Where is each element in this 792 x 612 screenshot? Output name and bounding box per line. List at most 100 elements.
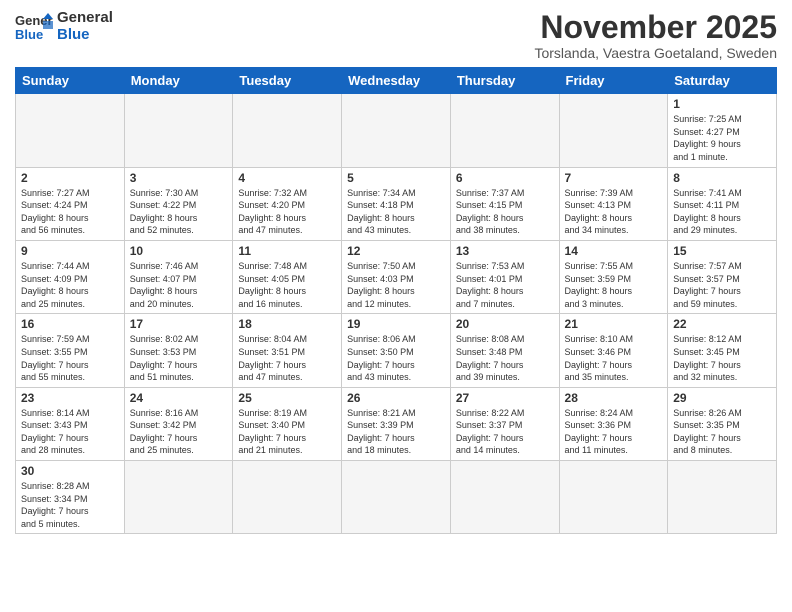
calendar-cell <box>124 461 233 534</box>
day-info: Sunrise: 8:10 AM Sunset: 3:46 PM Dayligh… <box>565 333 663 383</box>
day-number: 3 <box>130 171 228 185</box>
day-number: 10 <box>130 244 228 258</box>
calendar-cell: 6Sunrise: 7:37 AM Sunset: 4:15 PM Daylig… <box>450 167 559 240</box>
calendar-cell: 16 Sunrise: 7:59 AM Sunset: 3:55 PM Dayli… <box>16 314 125 387</box>
day-info: Sunrise: 8:06 AM Sunset: 3:50 PM Dayligh… <box>347 333 445 383</box>
calendar-cell <box>16 94 125 167</box>
day-number: 24 <box>130 391 228 405</box>
day-number: 14 <box>565 244 663 258</box>
day-number: 12 <box>347 244 445 258</box>
day-info: Sunrise: 7:46 AM Sunset: 4:07 PM Dayligh… <box>130 260 228 310</box>
day-number: 1 <box>673 97 771 111</box>
calendar-cell: 2 Sunrise: 7:27 AM Sunset: 4:24 PM Daylig… <box>16 167 125 240</box>
calendar-cell: 11Sunrise: 7:48 AM Sunset: 4:05 PM Dayli… <box>233 240 342 313</box>
calendar-cell: 18 Sunrise: 8:04 AM Sunset: 3:51 PM Dayli… <box>233 314 342 387</box>
calendar-cell: 25 Sunrise: 8:19 AM Sunset: 3:40 PM Dayli… <box>233 387 342 460</box>
logo-blue: Blue <box>57 27 113 44</box>
calendar-cell <box>559 94 668 167</box>
calendar-cell <box>124 94 233 167</box>
calendar-cell: 26 Sunrise: 8:21 AM Sunset: 3:39 PM Dayli… <box>342 387 451 460</box>
calendar-cell: 13 Sunrise: 7:53 AM Sunset: 4:01 PM Dayli… <box>450 240 559 313</box>
calendar-cell <box>559 461 668 534</box>
calendar-cell: 22 Sunrise: 8:12 AM Sunset: 3:45 PM Dayli… <box>668 314 777 387</box>
svg-text:Blue: Blue <box>15 27 43 42</box>
day-number: 25 <box>238 391 336 405</box>
calendar-cell: 8 Sunrise: 7:41 AM Sunset: 4:11 PM Daylig… <box>668 167 777 240</box>
day-info: Sunrise: 7:50 AM Sunset: 4:03 PM Dayligh… <box>347 260 445 310</box>
day-number: 26 <box>347 391 445 405</box>
day-number: 23 <box>21 391 119 405</box>
day-info: Sunrise: 7:27 AM Sunset: 4:24 PM Dayligh… <box>21 187 119 237</box>
header-thursday: Thursday <box>450 68 559 94</box>
header-sunday: Sunday <box>16 68 125 94</box>
day-number: 16 <box>21 317 119 331</box>
day-number: 18 <box>238 317 336 331</box>
calendar-cell: 9Sunrise: 7:44 AM Sunset: 4:09 PM Daylig… <box>16 240 125 313</box>
logo-general: General <box>57 10 113 27</box>
calendar-cell: 15 Sunrise: 7:57 AM Sunset: 3:57 PM Dayli… <box>668 240 777 313</box>
day-info: Sunrise: 8:22 AM Sunset: 3:37 PM Dayligh… <box>456 407 554 457</box>
calendar-week-row: 16 Sunrise: 7:59 AM Sunset: 3:55 PM Dayli… <box>16 314 777 387</box>
calendar-cell <box>342 94 451 167</box>
day-number: 30 <box>21 464 119 478</box>
day-info: Sunrise: 7:48 AM Sunset: 4:05 PM Dayligh… <box>238 260 336 310</box>
header-tuesday: Tuesday <box>233 68 342 94</box>
day-number: 8 <box>673 171 771 185</box>
header-wednesday: Wednesday <box>342 68 451 94</box>
day-info: Sunrise: 8:04 AM Sunset: 3:51 PM Dayligh… <box>238 333 336 383</box>
calendar-cell: 3Sunrise: 7:30 AM Sunset: 4:22 PM Daylig… <box>124 167 233 240</box>
day-number: 13 <box>456 244 554 258</box>
day-info: Sunrise: 8:08 AM Sunset: 3:48 PM Dayligh… <box>456 333 554 383</box>
calendar-cell <box>450 94 559 167</box>
day-info: Sunrise: 8:19 AM Sunset: 3:40 PM Dayligh… <box>238 407 336 457</box>
day-info: Sunrise: 8:12 AM Sunset: 3:45 PM Dayligh… <box>673 333 771 383</box>
calendar-cell: 24Sunrise: 8:16 AM Sunset: 3:42 PM Dayli… <box>124 387 233 460</box>
day-info: Sunrise: 7:37 AM Sunset: 4:15 PM Dayligh… <box>456 187 554 237</box>
day-info: Sunrise: 8:26 AM Sunset: 3:35 PM Dayligh… <box>673 407 771 457</box>
calendar-week-row: 23 Sunrise: 8:14 AM Sunset: 3:43 PM Dayli… <box>16 387 777 460</box>
day-number: 21 <box>565 317 663 331</box>
day-number: 15 <box>673 244 771 258</box>
day-info: Sunrise: 8:14 AM Sunset: 3:43 PM Dayligh… <box>21 407 119 457</box>
calendar-week-row: 9Sunrise: 7:44 AM Sunset: 4:09 PM Daylig… <box>16 240 777 313</box>
day-info: Sunrise: 8:02 AM Sunset: 3:53 PM Dayligh… <box>130 333 228 383</box>
location-subtitle: Torslanda, Vaestra Goetaland, Sweden <box>534 45 777 61</box>
header-friday: Friday <box>559 68 668 94</box>
day-number: 20 <box>456 317 554 331</box>
calendar-cell: 28 Sunrise: 8:24 AM Sunset: 3:36 PM Dayli… <box>559 387 668 460</box>
day-number: 5 <box>347 171 445 185</box>
day-info: Sunrise: 7:41 AM Sunset: 4:11 PM Dayligh… <box>673 187 771 237</box>
calendar-table: Sunday Monday Tuesday Wednesday Thursday… <box>15 67 777 534</box>
calendar-cell: 30Sunrise: 8:28 AM Sunset: 3:34 PM Dayli… <box>16 461 125 534</box>
header-saturday: Saturday <box>668 68 777 94</box>
day-number: 22 <box>673 317 771 331</box>
day-info: Sunrise: 7:39 AM Sunset: 4:13 PM Dayligh… <box>565 187 663 237</box>
day-number: 17 <box>130 317 228 331</box>
day-info: Sunrise: 7:55 AM Sunset: 3:59 PM Dayligh… <box>565 260 663 310</box>
calendar-cell: 27Sunrise: 8:22 AM Sunset: 3:37 PM Dayli… <box>450 387 559 460</box>
calendar-cell: 29 Sunrise: 8:26 AM Sunset: 3:35 PM Dayli… <box>668 387 777 460</box>
calendar-cell <box>233 94 342 167</box>
day-info: Sunrise: 7:44 AM Sunset: 4:09 PM Dayligh… <box>21 260 119 310</box>
day-info: Sunrise: 7:25 AM Sunset: 4:27 PM Dayligh… <box>673 113 771 163</box>
day-number: 19 <box>347 317 445 331</box>
generalblue-logo-icon: General Blue <box>15 11 53 43</box>
calendar-cell <box>233 461 342 534</box>
day-info: Sunrise: 7:57 AM Sunset: 3:57 PM Dayligh… <box>673 260 771 310</box>
day-info: Sunrise: 7:59 AM Sunset: 3:55 PM Dayligh… <box>21 333 119 383</box>
day-info: Sunrise: 8:21 AM Sunset: 3:39 PM Dayligh… <box>347 407 445 457</box>
day-number: 2 <box>21 171 119 185</box>
day-info: Sunrise: 8:24 AM Sunset: 3:36 PM Dayligh… <box>565 407 663 457</box>
calendar-week-row: 1 Sunrise: 7:25 AM Sunset: 4:27 PM Daylig… <box>16 94 777 167</box>
calendar-week-row: 30Sunrise: 8:28 AM Sunset: 3:34 PM Dayli… <box>16 461 777 534</box>
day-info: Sunrise: 7:53 AM Sunset: 4:01 PM Dayligh… <box>456 260 554 310</box>
calendar-cell <box>450 461 559 534</box>
day-number: 29 <box>673 391 771 405</box>
calendar-cell: 12 Sunrise: 7:50 AM Sunset: 4:03 PM Dayli… <box>342 240 451 313</box>
page: General Blue General Blue November 2025 … <box>0 0 792 544</box>
calendar-cell <box>342 461 451 534</box>
calendar-week-row: 2 Sunrise: 7:27 AM Sunset: 4:24 PM Daylig… <box>16 167 777 240</box>
title-block: November 2025 Torslanda, Vaestra Goetala… <box>534 10 777 61</box>
calendar-cell: 20 Sunrise: 8:08 AM Sunset: 3:48 PM Dayli… <box>450 314 559 387</box>
day-number: 28 <box>565 391 663 405</box>
